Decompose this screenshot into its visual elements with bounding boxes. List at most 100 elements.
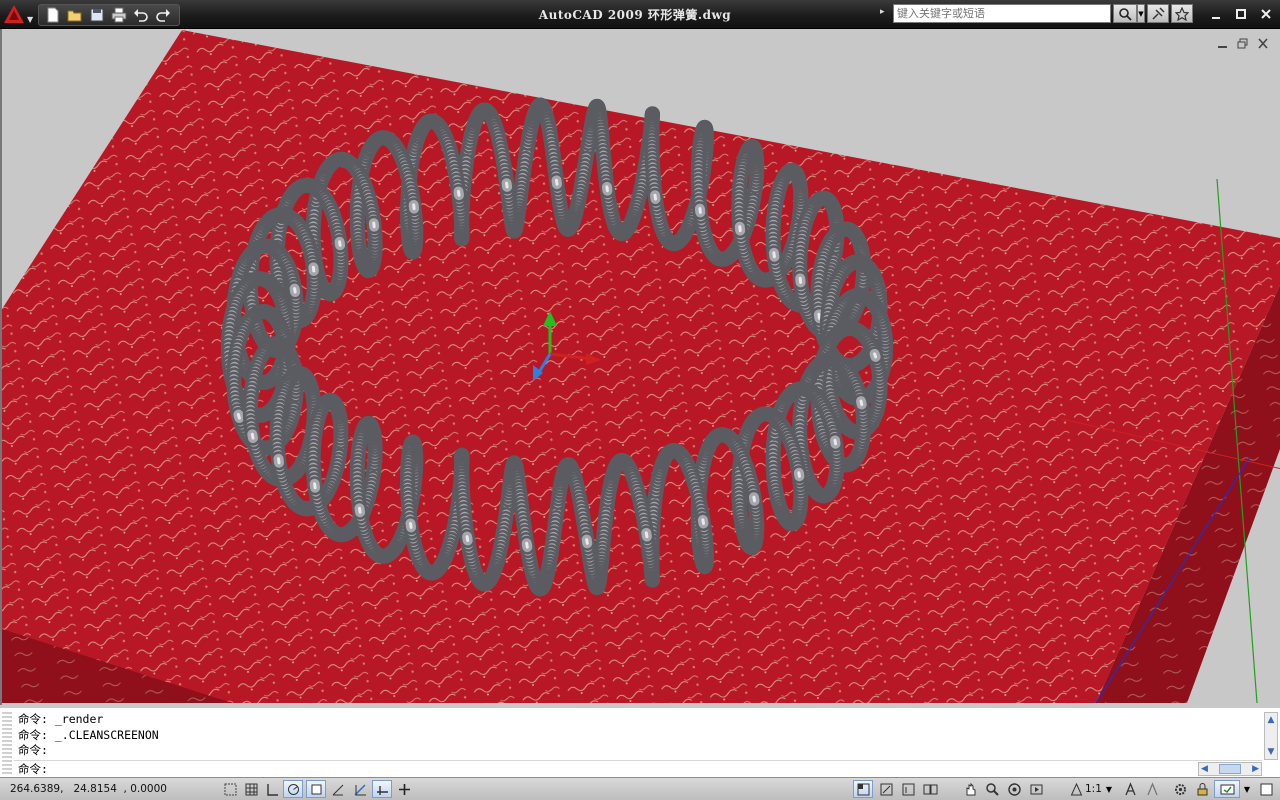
layout-icon [880, 783, 892, 795]
status-bar: 264.6389, 24.8154 , 0.0000 1:1 ▼ ▼ [0, 777, 1280, 800]
polar-tracking-toggle[interactable] [306, 780, 326, 798]
grid-toggle[interactable] [262, 780, 282, 798]
command-history: 命令: _render 命令: _.CLEANSCREENON 命令: [18, 712, 1258, 760]
scroll-down-icon[interactable]: ▼ [1265, 745, 1277, 759]
workspace-switching-button[interactable] [1170, 780, 1190, 798]
ortho-toggle[interactable] [283, 780, 303, 798]
open-button[interactable] [65, 6, 85, 24]
quick-view-layouts-icon [902, 783, 914, 795]
search-button[interactable] [1113, 4, 1137, 23]
info-center-expand-icon[interactable]: ▸ [880, 7, 885, 17]
command-history-line: 命令: _.CLEANSCREENON [18, 727, 159, 742]
clean-screen-icon [1260, 783, 1272, 795]
restore-icon [1237, 38, 1248, 48]
command-line-grip[interactable] [2, 712, 12, 774]
showmotion-button[interactable] [1026, 780, 1046, 798]
minimize-icon [1212, 17, 1220, 19]
layout-button[interactable] [876, 780, 896, 798]
redo-icon [156, 9, 170, 22]
search-options-caret[interactable]: ▼ [1137, 4, 1145, 23]
hardware-acceleration-icon [1220, 784, 1234, 794]
auto-scale-button[interactable] [1142, 780, 1162, 798]
infer-constraints-toggle[interactable] [220, 780, 240, 798]
save-button[interactable] [87, 6, 107, 24]
close-button[interactable] [1257, 6, 1275, 22]
drawing-viewport[interactable] [0, 29, 1280, 705]
grid-icon [266, 783, 278, 796]
command-prompt: 命令: [18, 762, 48, 776]
slab-top [2, 30, 1280, 703]
application-menu-button[interactable]: ▼ [3, 3, 35, 25]
command-input[interactable]: 命令: [14, 760, 1262, 778]
annotation-scale-icon [1070, 782, 1082, 795]
object-snap-toggle[interactable] [328, 780, 348, 798]
annotation-scale-button[interactable] [1066, 780, 1086, 798]
dynamic-input-toggle[interactable] [394, 780, 414, 798]
coordinate-display[interactable]: 264.6389, 24.8154 , 0.0000 [10, 783, 167, 795]
minimize-icon [1218, 45, 1227, 48]
satellite-icon [1152, 6, 1165, 20]
star-icon [1175, 6, 1189, 21]
toolbar-lock-button[interactable] [1192, 780, 1212, 798]
osnap-icon [332, 784, 343, 795]
model-icon [857, 783, 869, 795]
lock-icon [1197, 782, 1207, 795]
snap-mode-toggle[interactable] [241, 780, 261, 798]
chevron-down-icon: ▼ [27, 14, 34, 24]
minimize-button[interactable] [1207, 6, 1225, 22]
auto-scale-icon [1146, 781, 1158, 795]
maximize-button[interactable] [1232, 6, 1250, 22]
pan-hand-icon [966, 782, 975, 795]
viewport-controls [1216, 37, 1270, 49]
scroll-right-icon[interactable]: ▶ [1252, 764, 1259, 774]
object-snap-tracking-toggle[interactable] [350, 780, 370, 798]
communication-center-button[interactable] [1147, 4, 1169, 23]
annotation-visibility-button[interactable] [1120, 780, 1140, 798]
zoom-icon [985, 782, 999, 796]
pan-button[interactable] [960, 780, 980, 798]
scroll-left-icon[interactable]: ◀ [1201, 764, 1208, 774]
command-horizontal-scrollbar[interactable]: ◀ ▶ [1198, 762, 1262, 776]
undo-button[interactable] [131, 6, 151, 24]
annotation-visibility-icon [1124, 781, 1136, 795]
scroll-up-icon[interactable]: ▲ [1265, 713, 1277, 727]
rendered-scene [2, 30, 1280, 704]
save-icon [90, 8, 104, 22]
close-icon [1258, 37, 1268, 49]
command-history-line: 命令: _render [18, 712, 104, 726]
plot-button[interactable] [109, 6, 129, 24]
scroll-thumb[interactable] [1219, 764, 1241, 774]
ortho-icon [287, 783, 299, 795]
window-title: AutoCAD 2009 环形弹簧.dwg [538, 8, 732, 22]
redo-button[interactable] [153, 6, 173, 24]
quick-view-drawings-button[interactable] [920, 780, 940, 798]
annotation-scale-label[interactable]: 1:1 [1085, 783, 1102, 795]
command-history-line: 命令: [18, 743, 48, 757]
zoom-button[interactable] [982, 780, 1002, 798]
viewport-minimize-button[interactable] [1216, 37, 1230, 49]
dynamic-ucs-toggle[interactable] [372, 780, 392, 798]
viewport-restore-button[interactable] [1236, 37, 1250, 49]
annotation-scale-caret[interactable]: ▼ [1104, 780, 1114, 798]
quick-access-toolbar [38, 4, 180, 26]
close-icon [1261, 9, 1271, 19]
title-bar: ▼ AutoCAD 2009 环形弹簧.dwg ▸ ▼ [0, 0, 1280, 29]
ducs-icon [376, 785, 388, 795]
steering-wheel-button[interactable] [1004, 780, 1024, 798]
new-button[interactable] [43, 6, 63, 24]
infer-icon [224, 783, 236, 795]
hardware-acceleration-button[interactable] [1214, 780, 1240, 798]
quick-view-layouts-button[interactable] [898, 780, 918, 798]
autocad-logo-icon [4, 5, 24, 23]
favorites-button[interactable] [1171, 4, 1193, 23]
clean-screen-button[interactable] [1256, 780, 1276, 798]
new-icon [47, 7, 59, 23]
command-vertical-scrollbar[interactable]: ▲ ▼ [1264, 712, 1278, 760]
viewport-close-button[interactable] [1256, 37, 1270, 49]
search-input[interactable] [893, 4, 1111, 23]
command-line-window: 命令: _render 命令: _.CLEANSCREENON 命令: 命令: … [0, 705, 1280, 777]
status-bar-menu-caret[interactable]: ▼ [1242, 780, 1252, 798]
maximize-icon [1236, 9, 1246, 19]
plus-icon [398, 783, 410, 795]
model-space-button[interactable] [853, 780, 873, 798]
